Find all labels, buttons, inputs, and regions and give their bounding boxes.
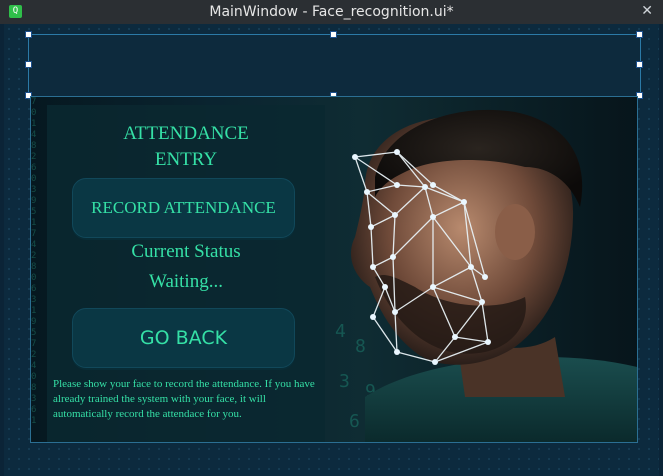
window-titlebar: Q MainWindow - Face_recognition.ui* ✕ xyxy=(0,0,663,24)
resize-handle[interactable] xyxy=(636,31,643,38)
instructions-text: Please show your face to record the atte… xyxy=(53,378,315,420)
status-label: Current Status xyxy=(131,241,241,262)
status-value: Waiting... xyxy=(149,271,223,292)
page-title: ATTENDANCE ENTRY xyxy=(47,121,325,173)
selected-top-frame[interactable] xyxy=(28,34,641,97)
close-icon[interactable]: ✕ xyxy=(641,3,653,19)
window-title: MainWindow - Face_recognition.ui* xyxy=(209,4,454,20)
title-line: ATTENDANCE xyxy=(123,123,249,144)
go-back-button[interactable]: GO BACK xyxy=(72,308,295,368)
title-line: ENTRY xyxy=(154,149,218,170)
resize-handle[interactable] xyxy=(25,61,32,68)
resize-handle[interactable] xyxy=(25,31,32,38)
attendance-panel: ATTENDANCE ENTRY RECORD ATTENDANCE Curre… xyxy=(47,105,325,442)
face-mesh-illustration: 483 962 856 848 xyxy=(325,97,637,442)
svg-text:3: 3 xyxy=(339,371,350,392)
svg-text:4: 4 xyxy=(335,321,346,342)
background-image: 701482603951742806319572408361 4 8 3 9 6… xyxy=(30,96,638,443)
resize-handle[interactable] xyxy=(636,61,643,68)
resize-handle[interactable] xyxy=(330,31,337,38)
svg-text:8: 8 xyxy=(355,336,366,357)
record-attendance-button[interactable]: RECORD ATTENDANCE xyxy=(72,178,295,238)
svg-text:6: 6 xyxy=(349,411,360,432)
